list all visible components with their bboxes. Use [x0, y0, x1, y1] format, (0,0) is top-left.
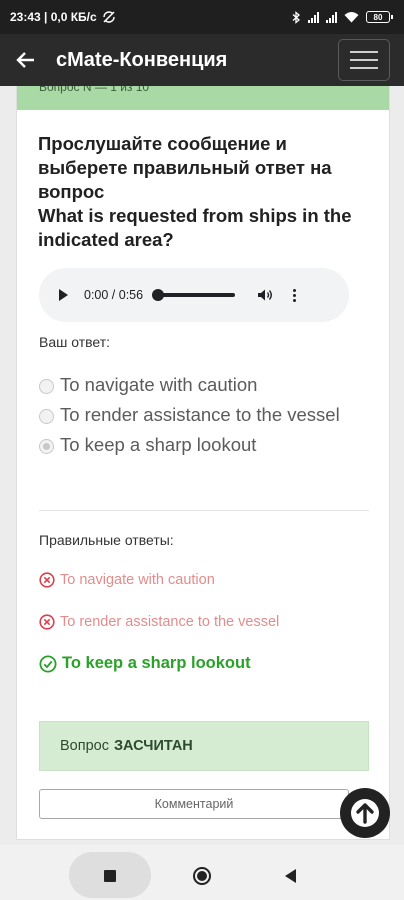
arrow-up-icon — [351, 799, 379, 827]
question-ru: Прослушайте сообщение и выберете правиль… — [38, 133, 332, 202]
volume-icon[interactable] — [257, 288, 273, 302]
question-banner: Вопрос N — 1 из 10 — [17, 86, 389, 110]
audio-time: 0:00 / 0:56 — [84, 288, 144, 302]
result-label: To render assistance to the vessel — [60, 614, 280, 630]
x-circle-icon — [39, 572, 55, 588]
battery-icon: 80 — [366, 11, 393, 23]
seek-knob[interactable] — [152, 289, 165, 301]
question-en: What is requested from ships in the indi… — [38, 205, 352, 250]
more-options-icon[interactable] — [293, 288, 297, 302]
menu-button[interactable] — [338, 39, 390, 81]
option-label: To render assistance to the vessel — [60, 404, 340, 425]
radio-button[interactable] — [39, 409, 54, 424]
result-item-correct: To keep a sharp lookout — [39, 654, 251, 673]
bluetooth-icon — [292, 10, 300, 24]
option-2[interactable]: To render assistance to the vessel — [39, 400, 369, 430]
result-item-wrong: To navigate with caution — [39, 572, 215, 588]
banner-text: Вопрос N — 1 из 10 — [39, 86, 150, 94]
question-status-box: Вопрос ЗАСЧИТАН — [39, 721, 369, 771]
answer-options: To navigate with caution To render assis… — [39, 370, 369, 460]
option-label: To keep a sharp lookout — [60, 434, 257, 455]
app-title: cMate-Конвенция — [56, 48, 228, 71]
play-icon[interactable] — [59, 289, 68, 301]
status-bar: 23:43 | 0,0 КБ/с 80 — [0, 0, 404, 34]
question-card: Вопрос N — 1 из 10 Прослушайте сообщение… — [16, 86, 390, 840]
audio-player: 0:00 / 0:56 — [39, 268, 349, 322]
radio-button[interactable] — [39, 379, 54, 394]
x-circle-icon — [39, 614, 55, 630]
option-3[interactable]: To keep a sharp lookout — [39, 430, 369, 460]
home-icon[interactable] — [193, 867, 211, 885]
result-label: To navigate with caution — [60, 572, 215, 588]
status-value: ЗАСЧИТАН — [113, 738, 193, 754]
arrow-left-icon — [16, 52, 34, 68]
recents-icon[interactable] — [104, 870, 116, 882]
comment-button[interactable]: Комментарий — [39, 789, 349, 819]
audio-seek-bar[interactable] — [152, 289, 236, 301]
option-label: To navigate with caution — [60, 374, 258, 395]
system-nav-bar — [0, 845, 404, 900]
correct-answers-label: Правильные ответы: — [39, 532, 174, 548]
sync-off-icon — [102, 11, 115, 23]
comment-button-label: Комментарий — [154, 797, 234, 811]
question-text: Прослушайте сообщение и выберете правиль… — [17, 110, 389, 252]
signal-icon — [308, 11, 319, 23]
divider — [39, 510, 369, 511]
status-time-speed: 23:43 | 0,0 КБ/с — [10, 10, 97, 24]
option-1[interactable]: To navigate with caution — [39, 370, 369, 400]
app-bar: cMate-Конвенция — [0, 34, 404, 86]
status-prefix: Вопрос — [60, 738, 109, 754]
check-circle-icon — [39, 655, 57, 672]
signal-icon-2 — [326, 11, 337, 23]
result-item-wrong: To render assistance to the vessel — [39, 614, 279, 630]
wifi-icon — [344, 12, 359, 23]
back-triangle-icon[interactable] — [285, 869, 296, 883]
back-button[interactable] — [0, 34, 52, 86]
scroll-top-button[interactable] — [340, 788, 390, 838]
result-label: To keep a sharp lookout — [62, 654, 251, 672]
answer-label: Ваш ответ: — [39, 334, 111, 350]
battery-level: 80 — [373, 12, 383, 22]
radio-button-selected[interactable] — [39, 439, 54, 454]
